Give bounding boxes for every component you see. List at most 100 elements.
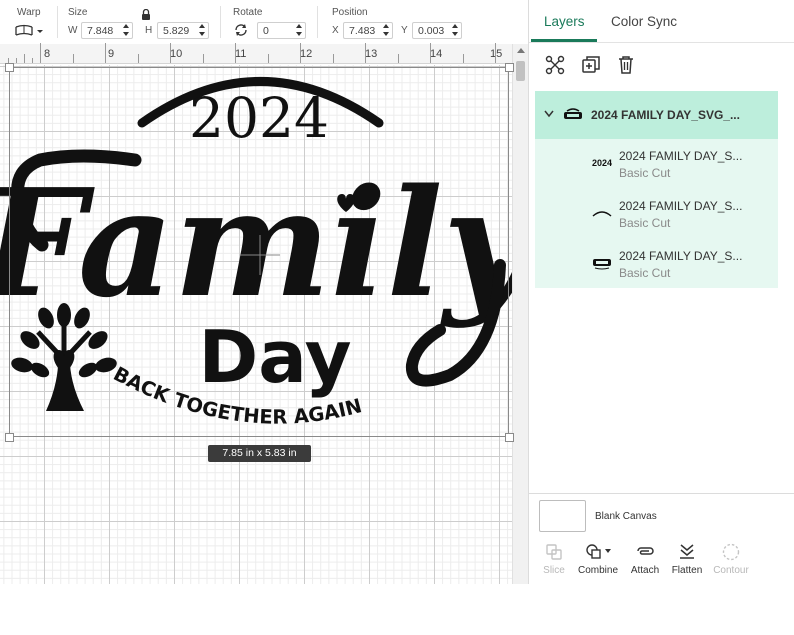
layer-title: 2024 FAMILY DAY_S... [619,149,743,163]
position-title: Position [332,7,368,18]
group-icon [545,55,565,75]
flatten-icon [680,544,694,559]
layer-title: 2024 FAMILY DAY_S... [619,199,743,213]
resize-handle-bottom-left[interactable] [5,433,14,442]
layers-panel: Layers Color Sync 2024 FAMILY DAY_SVG_..… [528,0,794,584]
size-tooltip: 7.85 in x 5.83 in [208,445,311,462]
layer-subtitle: Basic Cut [619,166,671,180]
chevron-down-icon [605,549,611,553]
slice-label: Slice [543,565,565,576]
edit-toolbar: Warp Size W 7.848 H 5.829 Rotate 0 Posit… [0,0,528,44]
scroll-thumb[interactable] [516,61,525,81]
trash-icon [619,56,633,74]
selection-bounding-box[interactable] [9,67,509,437]
chevron-down-icon[interactable] [544,110,554,118]
y-field[interactable]: 0.003 [412,22,462,39]
rotate-stepper[interactable] [295,24,304,37]
chevron-down-icon [37,30,43,33]
group-button[interactable] [544,54,566,76]
warp-group: Warp [0,0,60,44]
size-title: Size [68,7,88,18]
warp-icon [15,24,43,36]
position-group: Position X 7.483 Y 0.003 [320,0,470,44]
ruler-number: 8 [44,48,51,60]
warp-title: Warp [17,7,41,18]
rotate-group: Rotate 0 [222,0,322,44]
ruler-number: 9 [108,48,115,60]
attach-label: Attach [630,565,660,576]
ruler-number: 14 [430,48,443,60]
width-label: W [68,25,78,36]
x-stepper[interactable] [382,24,391,37]
ruler-number: 12 [300,48,313,60]
slice-icon [546,544,562,560]
contour-icon [722,543,740,561]
flatten-button[interactable]: Flatten [665,536,709,584]
ruler-number: 15 [490,48,503,60]
layer-row[interactable]: 2024 FAMILY DAY_S... Basic Cut [535,239,778,288]
layer-actions-bar: Slice Combine Attach Flatten Contour [529,536,794,584]
y-value: 0.003 [418,25,445,37]
rotate-title: Rotate [233,7,263,18]
contour-label: Contour [713,565,749,576]
rotate-button[interactable] [233,22,249,38]
tab-layers[interactable]: Layers [544,14,585,29]
duplicate-button[interactable] [580,54,602,76]
layer-title: 2024 FAMILY DAY_S... [619,249,743,263]
toolbar-divider [317,6,318,38]
height-label: H [145,25,153,36]
width-field[interactable]: 7.848 [81,22,133,39]
combine-label: Combine [577,565,619,576]
layer-thumbnail-family [593,259,611,270]
ruler-number: 11 [235,48,247,60]
layer-thumbnail-2024: 2024 [592,158,613,168]
canvas-vertical-scrollbar[interactable] [512,44,528,584]
layer-group-title: 2024 FAMILY DAY_SVG_... [591,108,740,122]
layer-row[interactable]: 2024 FAMILY DAY_S... Basic Cut [535,189,778,239]
layer-group-row[interactable]: 2024 FAMILY DAY_SVG_... [535,91,778,139]
group-thumbnail-icon [564,108,582,119]
tabs-divider [529,42,794,43]
y-stepper[interactable] [451,24,460,37]
warp-button[interactable] [14,24,44,38]
delete-button[interactable] [615,54,637,76]
resize-handle-top-left[interactable] [5,63,14,72]
layer-subtitle: Basic Cut [619,216,671,230]
blank-canvas-swatch[interactable] [539,500,586,532]
height-field[interactable]: 5.829 [157,22,209,39]
rotate-value: 0 [263,25,269,37]
lock-aspect-button[interactable] [141,8,151,20]
combine-icon [586,544,611,559]
ruler-number: 10 [170,48,183,60]
layer-thumbnail-arc [592,211,612,217]
attach-button[interactable]: Attach [623,536,667,584]
layers-scrollbar[interactable] [778,91,794,493]
combine-button[interactable]: Combine [576,536,620,584]
layer-row[interactable]: 2024 2024 FAMILY DAY_S... Basic Cut [535,139,778,189]
x-field[interactable]: 7.483 [343,22,393,39]
x-label: X [332,25,339,36]
toolbar-divider [57,6,58,38]
resize-handle-top-right[interactable] [505,63,514,72]
height-value: 5.829 [163,25,190,37]
rotate-field[interactable]: 0 [257,22,306,39]
resize-handle-bottom-right[interactable] [505,433,514,442]
width-value: 7.848 [87,25,114,37]
duplicate-icon [582,56,600,73]
panel-divider [529,493,794,494]
rotate-icon [235,24,247,36]
flatten-label: Flatten [671,565,703,576]
blank-canvas-label: Blank Canvas [595,511,657,522]
contour-button[interactable]: Contour [709,536,753,584]
layers-list: 2024 FAMILY DAY_SVG_... 2024 2024 FAMILY… [535,91,778,288]
layer-subtitle: Basic Cut [619,266,671,280]
size-group: Size W 7.848 H 5.829 [60,0,220,44]
width-stepper[interactable] [122,24,131,37]
slice-button[interactable]: Slice [532,536,576,584]
scroll-up-icon[interactable] [517,48,525,53]
toolbar-divider [220,6,221,38]
height-stepper[interactable] [198,24,207,37]
tab-color-sync[interactable]: Color Sync [611,14,677,29]
y-label: Y [401,25,408,36]
ruler-number: 13 [365,48,378,60]
